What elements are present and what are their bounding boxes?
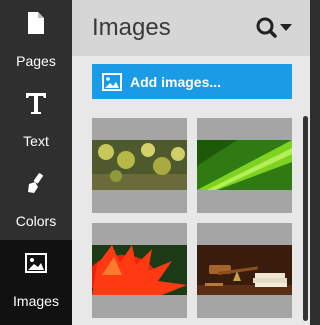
red-flower-image [92,245,187,295]
image-icon [25,253,47,273]
text-icon [26,93,46,114]
nav-item-text[interactable]: Text [0,80,72,160]
chevron-down-icon [280,24,292,31]
nav-label-colors: Colors [15,213,57,229]
nav-label-text: Text [23,133,49,149]
images-panel: Images Add images... [72,0,310,325]
nav-item-colors[interactable]: Colors [0,160,72,240]
panel-header: Images [72,0,310,56]
page-icon [28,12,44,34]
green-leaf-image [197,140,292,190]
thumbnail-gavel-books[interactable] [197,223,292,318]
search-button[interactable] [254,14,294,42]
thumbnail-yellow-leaves[interactable] [92,118,187,213]
thumbnail-green-leaf[interactable] [197,118,292,213]
thumbnail-red-flower[interactable] [92,223,187,318]
panel-title: Images [92,14,171,41]
nav-item-images[interactable]: Images [0,240,72,325]
image-icon [102,73,122,91]
nav-item-pages[interactable]: Pages [0,0,72,80]
add-images-button[interactable]: Add images... [92,64,292,99]
paintbrush-icon [28,173,43,193]
sidebar: Pages Text Colors Images [0,0,72,325]
add-images-label: Add images... [130,74,222,90]
nav-label-images: Images [13,293,59,309]
yellow-leaves-image [92,140,187,190]
gavel-books-image [197,245,292,295]
nav-label-pages: Pages [16,53,56,69]
scrollbar[interactable] [303,116,308,321]
